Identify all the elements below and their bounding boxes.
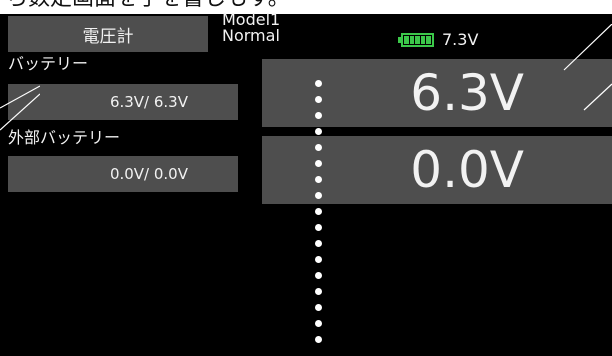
- external-battery-value-box[interactable]: 0.0V/ 0.0V: [8, 156, 238, 192]
- cropped-caption: ら数定画面を手を書しもす。: [0, 0, 612, 14]
- receiver-battery-label: バッテリー: [8, 54, 89, 73]
- battery-icon: [398, 32, 436, 47]
- receiver-battery-value: 6.3V/ 6.3V: [109, 93, 188, 111]
- transmitter-battery-voltage: 7.3V: [442, 30, 479, 49]
- receiver-battery-big-value: 6.3V: [410, 64, 524, 122]
- transmitter-battery-status: 7.3V: [398, 30, 478, 49]
- external-battery-big-value: 0.0V: [410, 141, 524, 199]
- receiver-battery-value-box[interactable]: 6.3V/ 6.3V: [8, 84, 238, 120]
- callout-line-left: [0, 85, 40, 131]
- condition-name: Normal: [222, 26, 280, 45]
- external-battery-value: 0.0V/ 0.0V: [109, 165, 188, 183]
- dotted-divider: [315, 80, 323, 343]
- model-info: Model1 Normal: [222, 12, 280, 44]
- telemetry-screen: 電圧計 Model1 Normal 7.3V バッテリー 6.3V/ 6.3V …: [0, 12, 612, 356]
- callout-line-right: [563, 24, 612, 111]
- voltmeter-tab-button[interactable]: 電圧計: [8, 16, 208, 52]
